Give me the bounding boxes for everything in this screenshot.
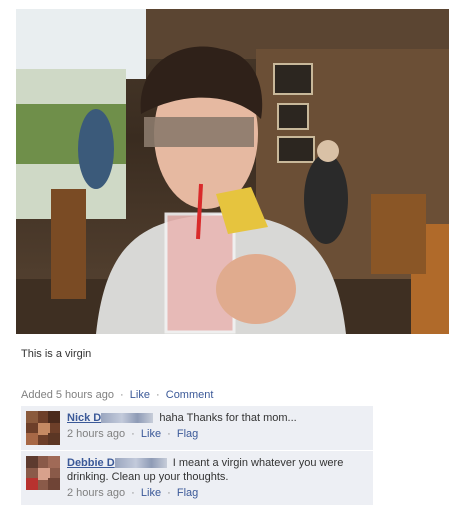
photo-scene xyxy=(16,9,449,334)
separator-dot: · xyxy=(167,487,171,499)
comment-meta: 2 hours ago · Like · Flag xyxy=(67,427,367,441)
separator-dot: · xyxy=(120,389,124,401)
redacted-name xyxy=(101,413,154,424)
post-photo[interactable] xyxy=(16,9,449,334)
avatar-image xyxy=(26,411,60,445)
post-meta: Added 5 hours ago · Like · Comment xyxy=(21,389,213,401)
comment-meta: 2 hours ago · Like · Flag xyxy=(67,486,367,500)
comment-author[interactable]: Nick D xyxy=(67,412,101,424)
post-caption: This is a virgin xyxy=(21,348,92,360)
separator-dot: · xyxy=(131,428,135,440)
separator-dot: · xyxy=(167,428,171,440)
comment-like-link[interactable]: Like xyxy=(141,487,161,499)
separator-dot: · xyxy=(156,389,160,401)
separator-dot: · xyxy=(131,487,135,499)
comment-link[interactable]: Comment xyxy=(166,389,214,401)
comment-flag-link[interactable]: Flag xyxy=(177,428,198,440)
avatar-image xyxy=(26,456,60,490)
like-link[interactable]: Like xyxy=(130,389,150,401)
comment-text: haha Thanks for that mom... xyxy=(159,412,297,424)
comment-author[interactable]: Debbie D xyxy=(67,457,115,469)
comment-like-link[interactable]: Like xyxy=(141,428,161,440)
avatar[interactable] xyxy=(26,456,60,490)
comment-item: Nick D haha Thanks for that mom... 2 hou… xyxy=(21,406,373,451)
comment-flag-link[interactable]: Flag xyxy=(177,487,198,499)
comment-timestamp: 2 hours ago xyxy=(67,428,126,440)
post-timestamp: Added 5 hours ago xyxy=(21,389,114,401)
comment-item: Debbie D I meant a virgin whatever you w… xyxy=(21,451,373,506)
comment-timestamp: 2 hours ago xyxy=(67,487,126,499)
avatar[interactable] xyxy=(26,411,60,445)
redacted-name xyxy=(114,458,167,469)
comment-list: Nick D haha Thanks for that mom... 2 hou… xyxy=(21,406,373,506)
